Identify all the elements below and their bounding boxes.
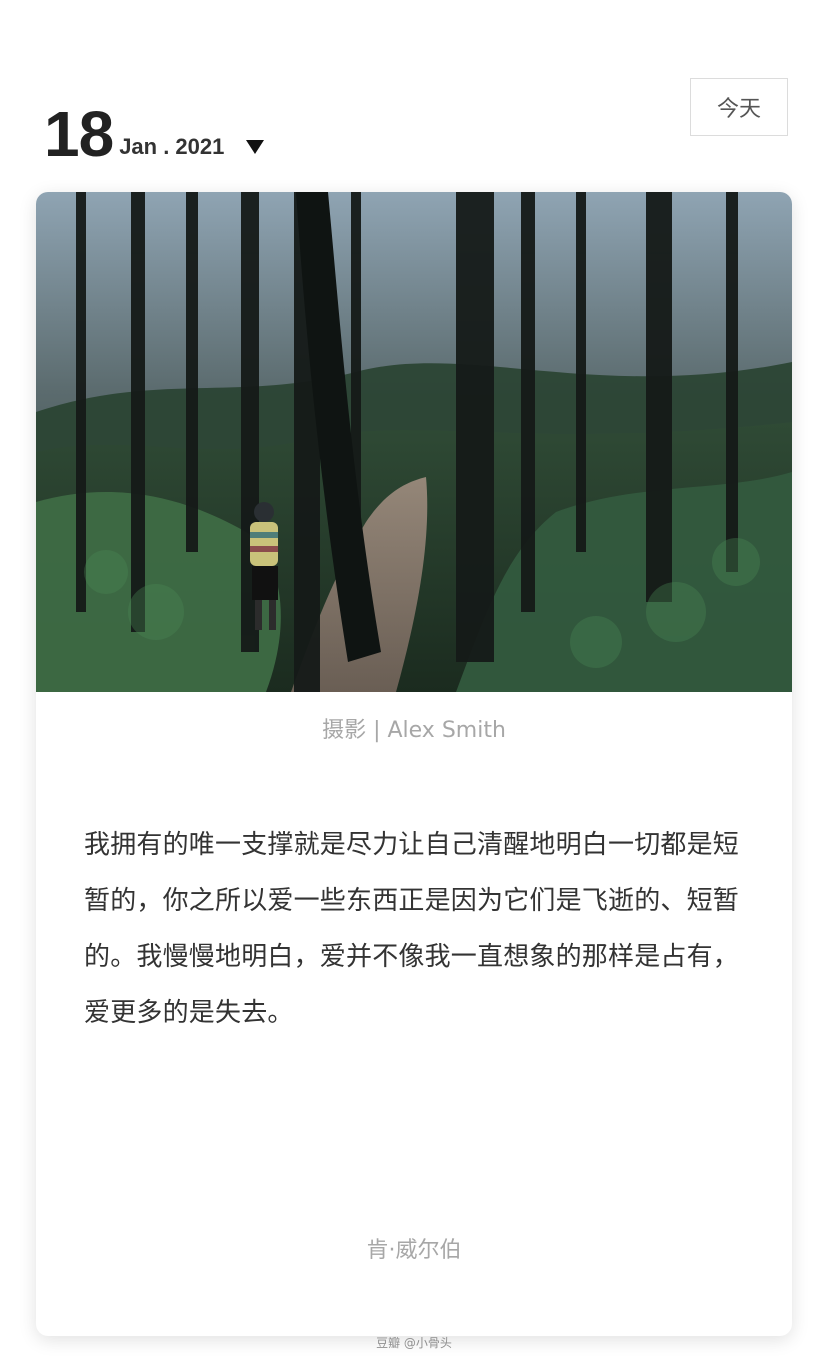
- cover-photo: [36, 192, 792, 692]
- header: 18 Jan . 2021 今天: [0, 0, 828, 190]
- today-button[interactable]: 今天: [690, 78, 788, 136]
- photo-credit: 摄影 | Alex Smith: [322, 718, 506, 743]
- month-year: Jan . 2021: [119, 134, 225, 159]
- day-number: 18: [44, 98, 114, 170]
- quote-text: 我拥有的唯一支撑就是尽力让自己清醒地明白一切都是短暂的，你之所以爱一些东西正是因…: [84, 830, 740, 1028]
- daily-card: 摄影 | Alex Smith 我拥有的唯一支撑就是尽力让自己清醒地明白一切都是…: [36, 192, 792, 1336]
- caret-down-icon[interactable]: [246, 140, 265, 154]
- date-selector[interactable]: 18 Jan . 2021: [44, 86, 265, 170]
- watermark-text: 豆瓣 @小骨头: [376, 1336, 452, 1350]
- quote-author: 肯·威尔伯: [366, 1238, 462, 1263]
